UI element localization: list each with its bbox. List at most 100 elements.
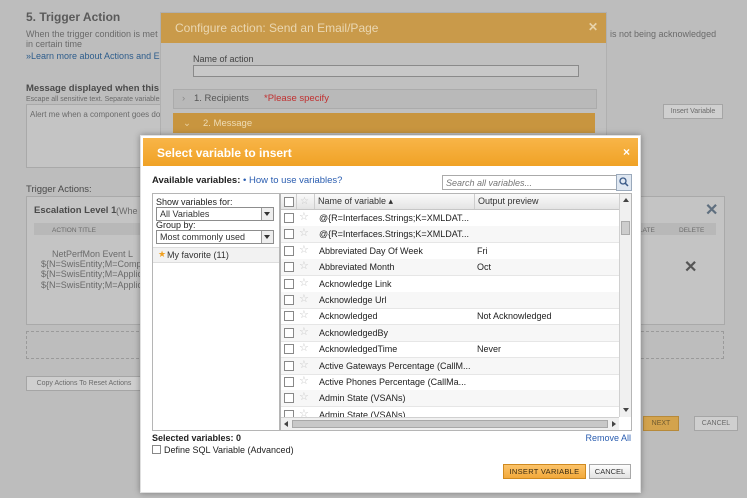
favorite-star-icon[interactable]: ☆ [299, 259, 309, 272]
horizontal-scrollbar[interactable] [281, 417, 619, 430]
search-input[interactable] [443, 176, 614, 189]
table-row[interactable]: ☆ Admin State (VSANs) [281, 390, 619, 408]
row-checkbox[interactable] [284, 278, 294, 289]
favorite-star-icon[interactable]: ☆ [299, 292, 309, 305]
vertical-scrollbar[interactable] [619, 194, 631, 417]
row-checkbox[interactable] [284, 311, 294, 322]
table-row[interactable]: ☆ Active Gateways Percentage (CallM... [281, 357, 619, 375]
table-row[interactable]: ☆ Acknowledge Link [281, 276, 619, 293]
variables-grid: ☆ Name of variable ▴ Output preview ☆ @{R… [280, 193, 632, 431]
row-checkbox[interactable] [284, 327, 294, 338]
output-preview: Not Acknowledged [477, 311, 552, 322]
favorite-group-item[interactable]: ★ My favorite (11) [153, 247, 279, 263]
escalation-label: Escalation Level 1 [34, 205, 117, 216]
copy-actions-button[interactable]: Copy Actions To Reset Actions [26, 376, 142, 391]
variable-name: Abbreviated Day Of Week [319, 245, 423, 256]
cancel-button[interactable]: CANCEL [589, 464, 631, 479]
dialog-title: Select variable to insert [157, 146, 292, 160]
column-output-preview[interactable]: Output preview [475, 194, 619, 209]
favorite-star-icon[interactable]: ☆ [299, 325, 309, 338]
remove-all-link[interactable]: Remove All [585, 433, 631, 443]
table-row[interactable]: ☆ Acknowledge Url [281, 292, 619, 309]
star-icon: ★ [158, 249, 167, 259]
trigger-actions-label: Trigger Actions: [26, 184, 92, 195]
selected-variables-count: Selected variables: 0 [152, 433, 242, 443]
favorite-star-icon[interactable]: ☆ [299, 308, 309, 321]
table-row[interactable]: ☆ @{R=Interfaces.Strings;K=XMLDAT... [281, 210, 619, 227]
table-row[interactable]: ☆ Abbreviated Day Of Week Fri [281, 243, 619, 260]
sql-variable-checkbox[interactable] [152, 445, 161, 454]
variable-name: Active Phones Percentage (CallMa... [319, 377, 467, 387]
next-button[interactable]: NEXT [643, 416, 679, 431]
message-label: Message displayed when this al [26, 83, 170, 94]
output-preview: Fri [477, 245, 488, 256]
table-row[interactable]: ☆ Active Phones Percentage (CallMa... [281, 374, 619, 391]
row-checkbox[interactable] [284, 262, 294, 273]
how-to-use-link[interactable]: • How to use variables? [243, 175, 342, 186]
group-by-select[interactable]: Most commonly used [156, 230, 274, 244]
table-row[interactable]: ☆ Acknowledged Not Acknowledged [281, 308, 619, 326]
search-icon [619, 177, 629, 187]
background-cancel-button[interactable]: CANCEL [694, 416, 738, 431]
star-outline-icon: ☆ [300, 196, 309, 207]
show-for-value: All Variables [160, 209, 210, 219]
table-row[interactable]: ☆ AcknowledgedTime Never [281, 341, 619, 359]
insert-variable-button[interactable]: Insert Variable [663, 104, 723, 119]
favorite-star-icon[interactable]: ☆ [299, 374, 309, 387]
row-checkbox[interactable] [284, 229, 294, 240]
select-variable-dialog: Select variable to insert × Available va… [140, 135, 641, 493]
close-escalation-icon[interactable]: ✕ [705, 200, 718, 220]
favorite-star-icon[interactable]: ☆ [299, 341, 309, 354]
filter-panel: Show variables for: All Variables Group … [152, 193, 280, 431]
row-checkbox[interactable] [284, 393, 294, 404]
scroll-up-icon[interactable] [623, 198, 629, 202]
favorite-star-icon[interactable]: ☆ [299, 243, 309, 256]
action-name-input[interactable] [193, 65, 579, 77]
table-row[interactable]: ☆ @{R=Interfaces.Strings;K=XMLDAT... [281, 226, 619, 244]
action-title-header: ACTION TITLE [52, 227, 96, 234]
sql-variable-option[interactable]: Define SQL Variable (Advanced) [152, 445, 294, 455]
variable-name: Acknowledge Url [319, 295, 387, 305]
delay-header: LATE [639, 227, 655, 234]
table-row[interactable]: ☆ Abbreviated Month Oct [281, 259, 619, 277]
variable-name: Active Gateways Percentage (CallM... [319, 360, 471, 371]
row-checkbox[interactable] [284, 344, 294, 355]
favorite-star-icon[interactable]: ☆ [299, 358, 309, 371]
scroll-right-icon[interactable] [612, 421, 616, 427]
row-checkbox[interactable] [284, 213, 294, 223]
output-preview: Oct [477, 262, 492, 273]
favorite-star-icon[interactable]: ☆ [299, 210, 309, 223]
delete-action-icon[interactable]: ✕ [684, 257, 697, 277]
favorite-star-icon[interactable]: ☆ [299, 390, 309, 403]
search-button[interactable] [616, 174, 632, 191]
row-checkbox[interactable] [284, 295, 294, 305]
show-for-label: Show variables for: [156, 197, 233, 207]
learn-more-link[interactable]: »Learn more about Actions and E [26, 51, 160, 61]
row-checkbox[interactable] [284, 245, 294, 256]
row-checkbox[interactable] [284, 377, 294, 387]
group-by-label: Group by: [156, 220, 196, 230]
message-value: Alert me when a component goes do [30, 110, 161, 119]
message-step[interactable]: ⌄ 2. Message [173, 113, 595, 133]
header-select-all[interactable] [281, 194, 297, 209]
variable-name: @{R=Interfaces.Strings;K=XMLDAT... [319, 229, 470, 240]
output-preview: Never [477, 344, 502, 355]
show-for-select[interactable]: All Variables [156, 207, 274, 221]
configure-dialog-header: Configure action: Send an Email/Page ✕ [161, 13, 606, 43]
close-icon[interactable]: × [623, 145, 630, 159]
favorite-star-icon[interactable]: ☆ [299, 226, 309, 239]
column-name-of-variable[interactable]: Name of variable ▴ [315, 194, 475, 209]
recipients-step[interactable]: › 1. Recipients *Please specify [173, 89, 597, 109]
favorite-star-icon[interactable]: ☆ [299, 276, 309, 289]
insert-variable-button[interactable]: INSERT VARIABLE [503, 464, 586, 479]
horizontal-scroll-thumb[interactable] [292, 420, 608, 428]
configure-close-icon[interactable]: ✕ [588, 20, 598, 34]
select-all-checkbox[interactable] [284, 197, 294, 207]
scroll-left-icon[interactable] [284, 421, 288, 427]
variable-name: AcknowledgedBy [319, 327, 389, 338]
intro-text-right: is not being acknowledged [610, 29, 717, 39]
scroll-thumb[interactable] [621, 221, 630, 235]
scroll-down-icon[interactable] [623, 408, 629, 412]
table-row[interactable]: ☆ AcknowledgedBy [281, 324, 619, 342]
row-checkbox[interactable] [284, 360, 294, 371]
